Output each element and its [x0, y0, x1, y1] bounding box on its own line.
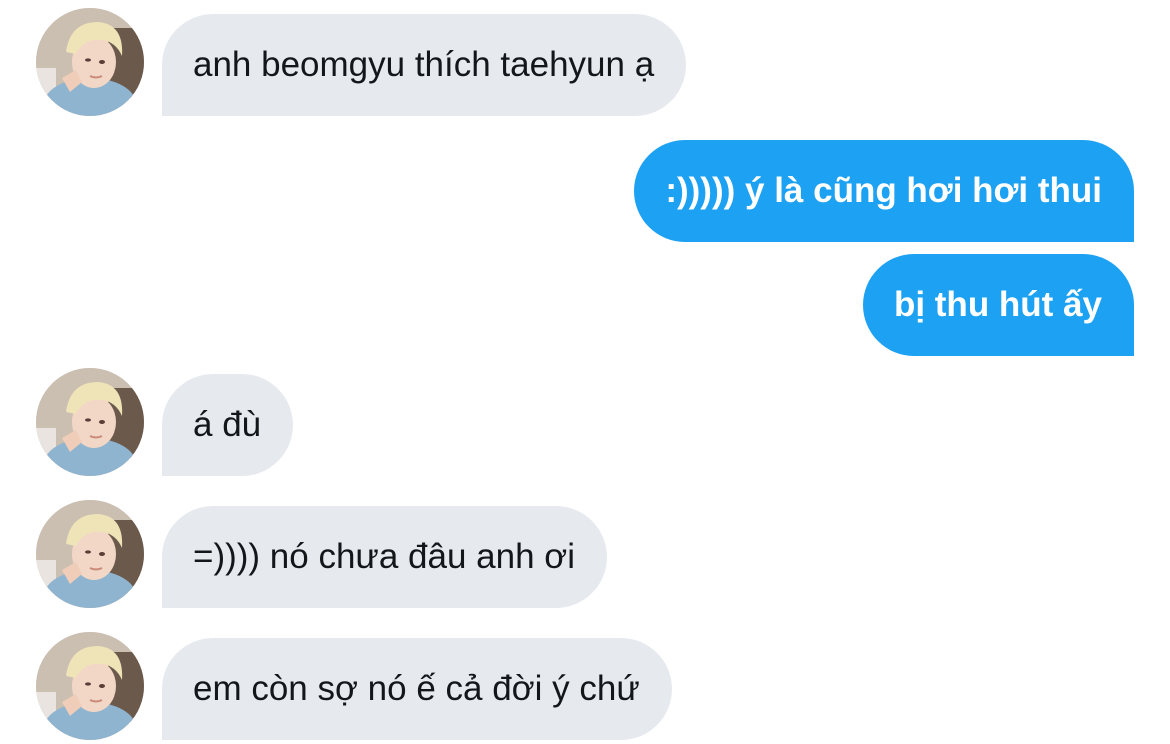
profile-photo-icon — [36, 500, 144, 608]
message-bubble-incoming[interactable]: =)))) nó chưa đâu anh ơi — [162, 506, 607, 608]
avatar[interactable] — [36, 368, 144, 476]
message-bubble-outgoing[interactable]: :))))) ý là cũng hơi hơi thui — [634, 140, 1134, 242]
message-bubble-incoming[interactable]: á đù — [162, 374, 294, 476]
profile-photo-icon — [36, 8, 144, 116]
message-text: bị thu hút ấy — [893, 285, 1102, 324]
message-text: :))))) ý là cũng hơi hơi thui — [665, 171, 1102, 210]
message-text: anh beomgyu thích taehyun ạ — [193, 45, 655, 84]
message-text: á đù — [193, 405, 262, 444]
profile-photo-icon — [36, 632, 144, 740]
avatar[interactable] — [36, 500, 144, 608]
message-text: em còn sợ nó ế cả đời ý chứ — [193, 669, 640, 708]
message-bubble-outgoing[interactable]: bị thu hút ấy — [862, 254, 1134, 356]
avatar[interactable] — [36, 632, 144, 740]
message-bubble-incoming[interactable]: anh beomgyu thích taehyun ạ — [162, 14, 687, 116]
profile-photo-icon — [36, 368, 144, 476]
message-text: =)))) nó chưa đâu anh ơi — [193, 537, 575, 576]
message-bubble-incoming[interactable]: em còn sợ nó ế cả đời ý chứ — [162, 638, 672, 740]
avatar[interactable] — [36, 8, 144, 116]
chat-thread: anh beomgyu thích taehyun ạ :))))) ý là … — [0, 0, 1170, 744]
